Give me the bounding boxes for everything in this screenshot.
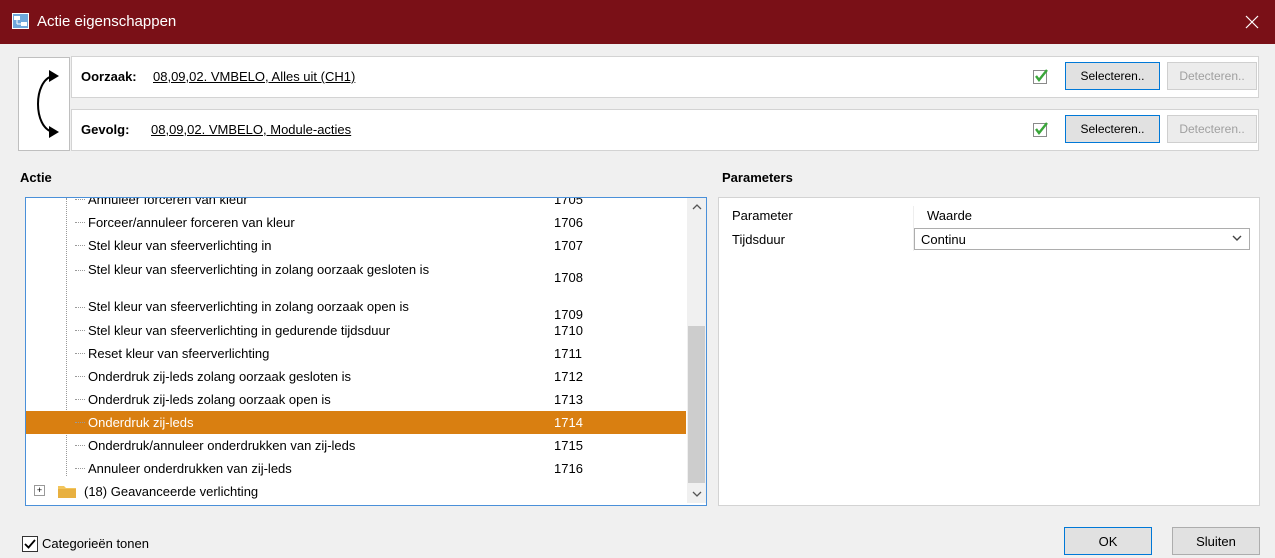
action-id: 1712 [554, 369, 583, 384]
action-item[interactable]: Onderdruk/annuleer onderdrukken van zij-… [26, 434, 686, 457]
close-icon [1245, 15, 1259, 29]
title-bar: Actie eigenschappen [0, 0, 1275, 44]
effect-label: Gevolg: [81, 122, 130, 137]
action-list-scrollbar[interactable] [687, 198, 706, 503]
action-item[interactable]: Onderdruk zij-leds zolang oorzaak open i… [26, 388, 686, 411]
checkmark-icon [24, 539, 36, 549]
tree-connector [75, 422, 85, 423]
tree-connector [75, 245, 85, 246]
show-categories-label: Categorieën tonen [42, 536, 149, 551]
action-id: 1713 [554, 392, 583, 407]
tree-connector [75, 222, 85, 223]
action-section-title: Actie [20, 170, 52, 185]
category-row[interactable]: + (18) Geavanceerde verlichting [26, 480, 686, 502]
action-item[interactable]: Annuleer onderdrukken van zij-leds 1716 [26, 457, 686, 480]
tree-connector [75, 376, 85, 377]
action-item[interactable]: Reset kleur van sfeerverlichting 1711 [26, 342, 686, 365]
action-id: 1706 [554, 215, 583, 230]
ok-button[interactable]: OK [1064, 527, 1152, 555]
action-id: 1710 [554, 323, 583, 338]
expand-icon[interactable]: + [34, 485, 45, 496]
action-item[interactable]: Stel kleur van sfeerverlichting in zolan… [26, 259, 686, 295]
action-id: 1705 [554, 197, 583, 207]
action-list[interactable]: Annuleer forceren van kleur 1705 Forceer/a… [25, 197, 707, 506]
duration-dropdown[interactable]: Continu [914, 228, 1250, 250]
parameters-section-title: Parameters [722, 170, 793, 185]
effect-detect-button[interactable]: Detecteren.. [1167, 115, 1257, 143]
action-label: Annuleer forceren van kleur [88, 197, 248, 207]
action-id: 1715 [554, 438, 583, 453]
action-item[interactable]: Onderdruk zij-leds 1714 [26, 411, 686, 434]
parameters-panel: Parameter Waarde Tijdsduur Continu [718, 197, 1260, 506]
tree-connector [75, 445, 85, 446]
action-item[interactable]: Forceer/annuleer forceren van kleur 1706 [26, 211, 686, 234]
chevron-down-icon [1232, 235, 1242, 241]
action-label: Onderdruk/annuleer onderdrukken van zij-… [88, 438, 356, 453]
cause-effect-arrow-icon [18, 57, 70, 151]
cause-check-icon [1033, 69, 1048, 84]
cause-detect-button[interactable]: Detecteren.. [1167, 62, 1257, 90]
tree-connector [75, 468, 85, 469]
cause-row: Oorzaak: 08,09,02. VMBELO, Alles uit (CH… [71, 56, 1259, 98]
action-item[interactable]: Annuleer forceren van kleur 1705 [26, 197, 686, 211]
cause-link[interactable]: 08,09,02. VMBELO, Alles uit (CH1) [153, 69, 355, 84]
action-label: Onderdruk zij-leds zolang oorzaak open i… [88, 392, 331, 407]
action-id: 1716 [554, 461, 583, 476]
show-categories-checkbox[interactable] [22, 536, 38, 552]
scroll-down-button[interactable] [687, 485, 706, 503]
chevron-up-icon [692, 204, 701, 210]
action-label: Onderdruk zij-leds [88, 415, 194, 430]
scroll-thumb[interactable] [688, 326, 705, 483]
action-item[interactable]: Stel kleur van sfeerverlichting in 1707 [26, 234, 686, 257]
close-dialog-button[interactable]: Sluiten [1172, 527, 1260, 555]
action-label: Stel kleur van sfeerverlichting in gedur… [88, 323, 391, 338]
tree-connector [75, 399, 85, 400]
effect-link[interactable]: 08,09,02. VMBELO, Module-acties [151, 122, 351, 137]
action-label: Stel kleur van sfeerverlichting in zolan… [88, 299, 409, 314]
action-label: Stel kleur van sfeerverlichting in [88, 238, 272, 253]
tree-connector [75, 330, 85, 331]
duration-value: Continu [921, 232, 966, 247]
action-item[interactable]: Stel kleur van sfeerverlichting in gedur… [26, 319, 686, 342]
parameter-name: Tijdsduur [732, 232, 785, 247]
chevron-down-icon [692, 491, 701, 497]
tree-connector [75, 199, 85, 200]
category-label: (18) Geavanceerde verlichting [84, 484, 259, 499]
tree-connector [75, 270, 85, 271]
app-icon [12, 13, 29, 29]
scroll-up-button[interactable] [687, 198, 706, 216]
action-label: Reset kleur van sfeerverlichting [88, 346, 270, 361]
parameter-column-header: Parameter [732, 208, 793, 223]
cause-select-button[interactable]: Selecteren.. [1065, 62, 1160, 90]
action-id: 1711 [554, 346, 582, 361]
cause-label: Oorzaak: [81, 69, 137, 84]
effect-select-button[interactable]: Selecteren.. [1065, 115, 1160, 143]
window-title: Actie eigenschappen [37, 13, 177, 30]
action-id: 1714 [554, 415, 583, 430]
tree-connector [75, 353, 85, 354]
action-label: Stel kleur van sfeerverlichting in zolan… [88, 262, 430, 277]
action-label: Onderdruk zij-leds zolang oorzaak geslot… [88, 369, 352, 384]
effect-check-icon [1033, 122, 1048, 137]
tree-connector [75, 307, 85, 308]
effect-row: Gevolg: 08,09,02. VMBELO, Module-acties … [71, 109, 1259, 151]
folder-icon [58, 486, 76, 498]
action-id: 1708 [554, 270, 583, 285]
value-column-header: Waarde [927, 208, 973, 223]
action-item[interactable]: Onderdruk zij-leds zolang oorzaak geslot… [26, 365, 686, 388]
action-label: Annuleer onderdrukken van zij-leds [88, 461, 292, 476]
close-button[interactable] [1229, 0, 1275, 44]
action-id: 1707 [554, 238, 583, 253]
action-label: Forceer/annuleer forceren van kleur [88, 215, 295, 230]
